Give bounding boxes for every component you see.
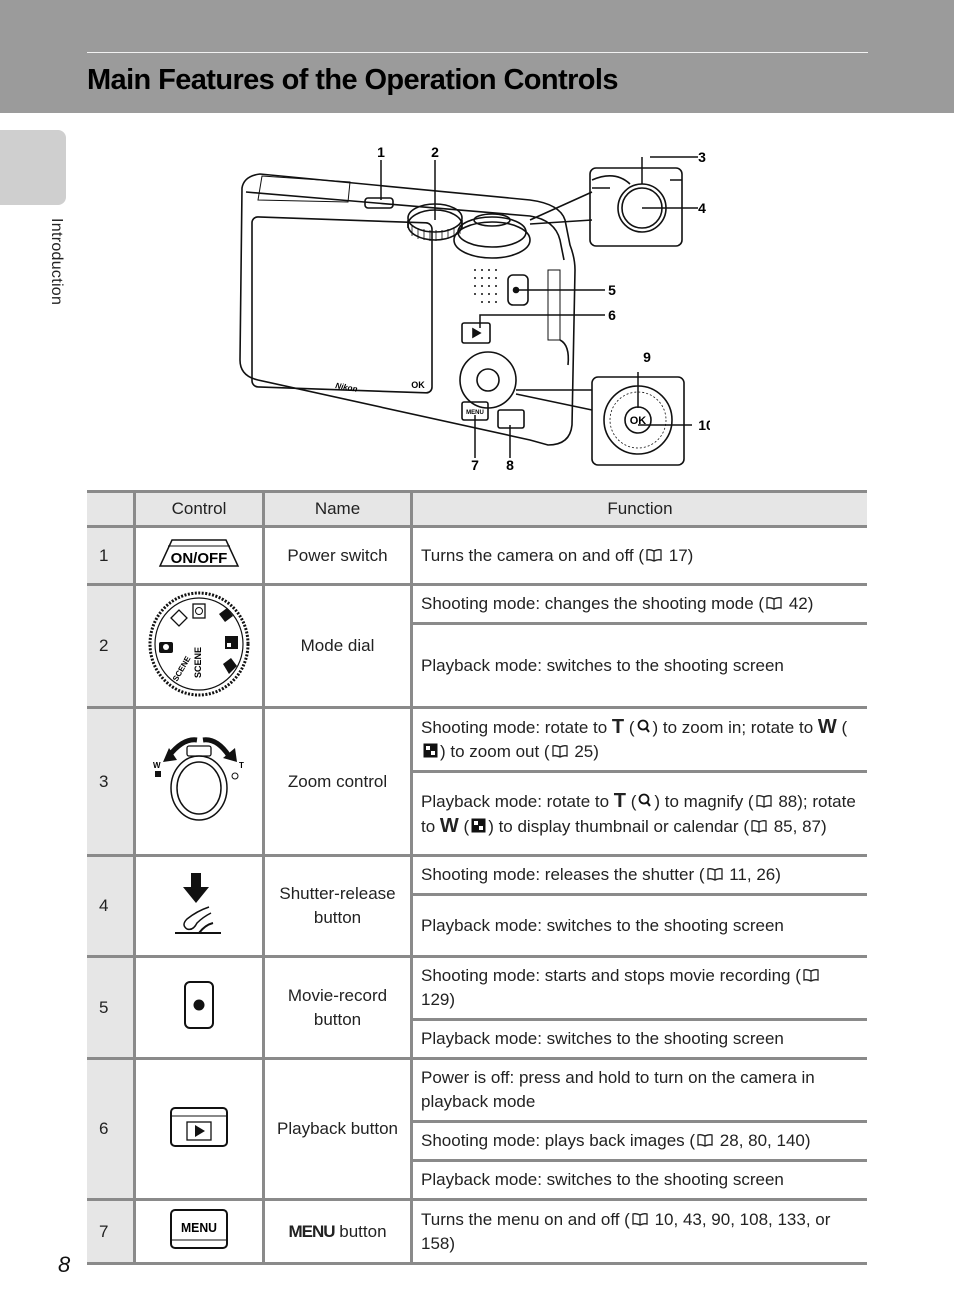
function-text: Shooting mode: releases the shutter ( 11…: [410, 854, 867, 896]
function-text: Shooting mode: plays back images ( 28, 8…: [411, 1120, 867, 1162]
callout-10: 10: [698, 417, 710, 433]
movie-record-icon: [184, 981, 214, 1029]
shutter-release-icon: [175, 872, 221, 934]
row-number: 2: [87, 583, 136, 709]
book-reference-icon: [706, 868, 723, 881]
shutter-zoom-inset: [589, 167, 683, 247]
svg-text:T: T: [239, 761, 244, 770]
section-label: Introduction: [48, 218, 65, 306]
function-text: Playback mode: switches to the shooting …: [411, 622, 867, 709]
book-reference-icon: [697, 1134, 713, 1147]
table-row: 5 Movie-record button Shooting mode: sta…: [87, 955, 867, 1060]
callout-4: 4: [698, 200, 706, 216]
book-reference-icon: [755, 794, 772, 808]
function-text: Playback mode: switches to the shooting …: [411, 1018, 867, 1060]
menu-button-diagram-label: MENU: [466, 410, 484, 416]
function-text: Shooting mode: rotate to T () to zoom in…: [410, 706, 867, 773]
book-reference-icon: [551, 745, 568, 758]
page-header: Main Features of the Operation Controls: [0, 0, 954, 113]
table-row: 6 Playback button Power is off: press an…: [87, 1057, 867, 1201]
header-function: Function: [410, 490, 867, 528]
section-tab: [0, 130, 66, 205]
camera-diagram: OK OK Nikon MENU 1 2 3 4 5 6 7 8 9 10: [239, 144, 710, 473]
table-row: 1 ON/OFF Power switch Turns the camera o…: [87, 525, 867, 586]
delete-button-diagram: [497, 409, 525, 429]
function-text: Playback mode: rotate to T () to magnify…: [411, 770, 867, 857]
function-text: Playback mode: switches to the shooting …: [411, 893, 867, 958]
control-name: Shutter-release button: [262, 854, 413, 958]
mode-dial-icon: SCENE SCENE: [148, 591, 250, 696]
row-number: 1: [87, 525, 136, 586]
row-number: 3: [87, 706, 136, 857]
menu-button-icon: MENU: [170, 1209, 228, 1249]
svg-text:SCENE: SCENE: [193, 646, 203, 677]
function-text: Shooting mode: changes the shooting mode…: [410, 583, 867, 625]
svg-text:W: W: [153, 761, 161, 770]
page-title: Main Features of the Operation Controls: [87, 64, 618, 96]
control-name: Power switch: [262, 525, 413, 586]
book-reference-icon: [766, 597, 782, 610]
zoom-control-icon: W T: [153, 737, 244, 821]
function-text: Turns the menu on and off ( 10, 43, 90, …: [410, 1198, 867, 1265]
ok-button-label: OK: [411, 380, 425, 390]
row-number: 5: [87, 955, 136, 1060]
callout-7: 7: [471, 457, 479, 473]
callout-1: 1: [377, 144, 385, 160]
book-reference-icon: [803, 969, 819, 982]
book-reference-icon: [632, 1212, 648, 1226]
playback-button-icon: [170, 1106, 228, 1147]
multi-selector-diagram: [459, 351, 517, 409]
row-number: 6: [87, 1057, 136, 1201]
callout-9: 9: [643, 349, 651, 365]
book-reference-icon: [646, 548, 662, 562]
control-name: Movie-record button: [262, 955, 413, 1060]
callout-6: 6: [608, 307, 616, 323]
table-row: 3 W T Zoom control Shooting mode: rotate…: [87, 706, 867, 857]
header-num: [87, 490, 136, 528]
tele-letter: T: [611, 716, 625, 738]
wide-letter: W: [817, 716, 837, 738]
svg-text:ON/OFF: ON/OFF: [171, 550, 228, 567]
callout-2: 2: [431, 144, 439, 160]
function-text: Power is off: press and hold to turn on …: [410, 1057, 867, 1123]
on-off-switch-icon: ON/OFF: [158, 539, 240, 567]
magnify-icon: [637, 719, 650, 733]
function-text: Shooting mode: starts and stops movie re…: [410, 955, 867, 1021]
row-number: 4: [87, 854, 136, 958]
table-row: 2 SCENE SCENE Mode dial Shooting mode: c…: [87, 583, 867, 709]
brand-logo: Nikon: [335, 381, 359, 394]
control-name: Zoom control: [262, 706, 413, 857]
function-text: Playback mode: switches to the shooting …: [411, 1159, 867, 1201]
wide-letter: W: [439, 814, 459, 837]
control-name: MENU button: [262, 1198, 413, 1265]
thumbnail-icon: [471, 818, 486, 832]
table-header-row: Control Name Function: [87, 490, 867, 528]
header-name: Name: [262, 490, 413, 528]
camera-lcd: [251, 216, 433, 394]
function-text: Turns the camera on and off ( 17): [410, 525, 867, 586]
svg-text:SCENE: SCENE: [171, 654, 193, 683]
callout-8: 8: [506, 457, 514, 473]
page-number: 8: [58, 1252, 71, 1277]
svg-text:MENU: MENU: [181, 1220, 217, 1235]
control-name: Playback button: [262, 1057, 413, 1201]
book-reference-icon: [751, 819, 767, 833]
callout-5: 5: [608, 282, 616, 298]
table-row: 7 MENU MENU button Turns the menu on and…: [87, 1198, 867, 1265]
table-row: 4 Shutter-release button Shooting mode: …: [87, 854, 867, 958]
camera-body: [239, 173, 576, 446]
ok-button-inset-label: OK: [630, 415, 647, 427]
thumbnail-icon: [423, 743, 438, 758]
header-divider: [87, 52, 868, 53]
magnify-icon: [638, 793, 652, 807]
controls-table: Control Name Function 1 ON/OFF Power swi…: [87, 490, 867, 1265]
row-number: 7: [87, 1198, 136, 1265]
control-name: Mode dial: [262, 583, 413, 709]
header-control: Control: [133, 490, 265, 528]
callout-3: 3: [698, 149, 706, 165]
tele-letter: T: [613, 789, 626, 812]
